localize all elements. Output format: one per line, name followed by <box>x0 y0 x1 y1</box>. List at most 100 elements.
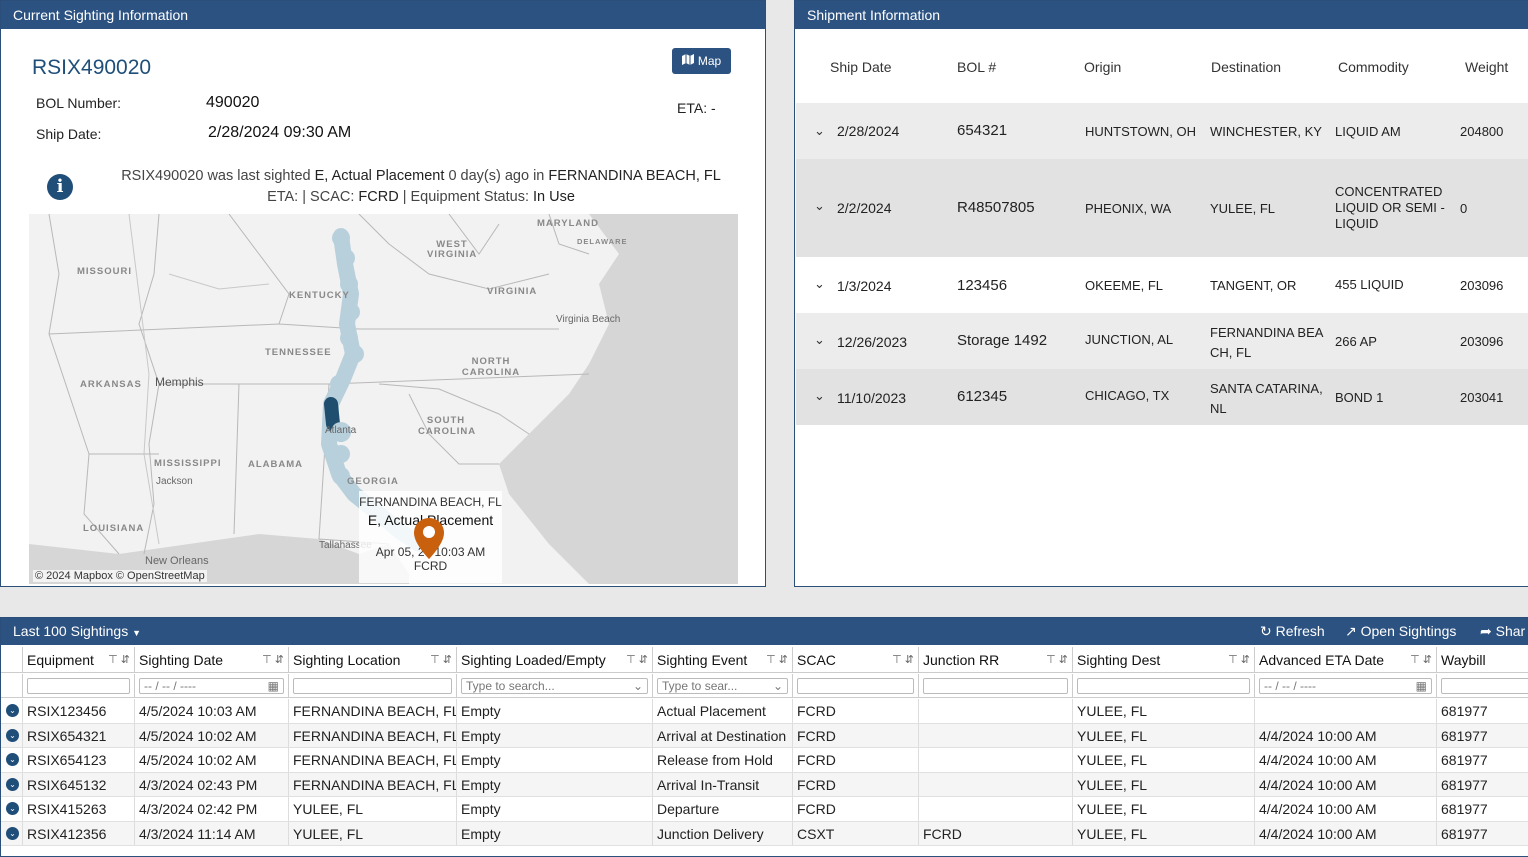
sighting-dest-cell: YULEE, FL <box>1073 772 1255 797</box>
column-header-sighting-date[interactable]: Sighting Date ⊤ ⇵ <box>135 647 289 673</box>
ship-date-cell: 2/28/2024 <box>837 123 900 139</box>
table-row[interactable]: ⌄ RSIX123456 4/5/2024 10:03 AM FERNANDINA B… <box>1 699 1528 724</box>
pin-sort-icon[interactable]: ⊤ ⇵ <box>430 647 452 673</box>
column-header-advanced-eta[interactable]: Advanced ETA Date ⊤ ⇵ <box>1255 647 1437 673</box>
open-sightings-button[interactable]: ↗ Open Sightings <box>1345 618 1456 645</box>
table-row[interactable]: ⌄ RSIX654123 4/5/2024 10:02 AM FERNANDINA B… <box>1 748 1528 773</box>
table-row[interactable]: ⌄ RSIX645132 4/3/2024 02:43 PM FERNANDINA B… <box>1 772 1528 797</box>
column-header-waybill[interactable]: Waybill <box>1437 647 1528 673</box>
column-header-junction-rr[interactable]: Junction RR ⊤ ⇵ <box>919 647 1073 673</box>
filter-sighting-dest <box>1073 674 1255 698</box>
map-state-label: ARKANSAS <box>80 379 142 390</box>
expand-row-icon[interactable]: ⌄ <box>6 704 19 717</box>
chevron-down-icon[interactable]: ⌄ <box>814 276 825 292</box>
pin-sort-icon[interactable]: ⊤ ⇵ <box>262 647 284 673</box>
column-header-scac[interactable]: SCAC ⊤ ⇵ <box>793 647 919 673</box>
column-header-origin[interactable]: Origin <box>1084 59 1121 75</box>
shipment-row[interactable]: ⌄ 2/2/2024 R48507805 PHEONIX, WA YULEE, … <box>796 159 1528 257</box>
map-attribution: © 2024 Mapbox © OpenStreetMap <box>33 570 207 582</box>
expand-row-icon[interactable]: ⌄ <box>6 826 19 840</box>
origin-cell: CHICAGO, TX <box>1085 388 1170 403</box>
select-placeholder: Type to search... <box>466 679 555 693</box>
shipment-row[interactable]: ⌄ 11/10/2023 612345 CHICAGO, TX SANTA CA… <box>796 369 1528 425</box>
origin-cell: HUNTSTOWN, OH <box>1085 124 1196 139</box>
select-filter[interactable]: Type to search... ⌄ <box>461 678 648 694</box>
filter-input[interactable] <box>1441 678 1528 694</box>
chevron-down-icon[interactable]: ⌄ <box>814 123 825 139</box>
filter-scac <box>793 674 919 698</box>
map-state-label: TENNESSEE <box>265 347 332 358</box>
sighting-date-cell: 4/3/2024 02:43 PM <box>135 772 289 797</box>
last-sighted-days: 0 day(s) ago in <box>448 168 545 184</box>
column-header-equipment[interactable]: Equipment ⊤ ⇵ <box>23 647 135 673</box>
expand-row-icon[interactable]: ⌄ <box>6 777 19 791</box>
scac-cell: FCRD <box>793 723 919 748</box>
column-header-loaded-empty[interactable]: Sighting Loaded/Empty ⊤ ⇵ <box>457 647 653 673</box>
scac-cell: FCRD <box>793 772 919 797</box>
shipment-row[interactable]: ⌄ 1/3/2024 123456 OKEEME, FL TANGENT, OR… <box>796 257 1528 313</box>
ship-date-cell: 2/2/2024 <box>837 200 892 216</box>
pin-sort-icon[interactable]: ⊤ ⇵ <box>108 647 130 673</box>
column-header-weight[interactable]: Weight <box>1465 59 1508 75</box>
column-header-bol[interactable]: BOL # <box>957 59 996 75</box>
column-header-commodity[interactable]: Commodity <box>1338 59 1409 75</box>
table-row[interactable]: ⌄ RSIX412356 4/3/2024 11:14 AM YULEE, FL Emp… <box>1 821 1528 846</box>
expand-row-icon[interactable]: ⌄ <box>6 753 19 766</box>
car-id: RSIX490020 <box>32 56 152 79</box>
column-header-sighting-event[interactable]: Sighting Event ⊤ ⇵ <box>653 647 793 673</box>
pin-sort-icon[interactable]: ⊤ ⇵ <box>1046 647 1068 673</box>
calendar-icon[interactable]: ▦ <box>268 679 279 693</box>
pin-sort-icon[interactable]: ⊤ ⇵ <box>1410 647 1432 673</box>
map-state-label: WEST VIRGINIA <box>427 239 478 260</box>
filter-input[interactable] <box>923 678 1068 694</box>
calendar-icon[interactable]: ▦ <box>1416 679 1427 693</box>
pin-sort-icon[interactable]: ⊤ ⇵ <box>626 647 648 673</box>
column-header-label: Sighting Date <box>139 652 224 668</box>
row-toggle-cell: ⌄ <box>1 772 23 797</box>
filter-input[interactable] <box>293 678 452 694</box>
junction-rr-cell <box>919 699 1073 724</box>
refresh-label: Refresh <box>1275 623 1325 639</box>
map-state-label: KENTUCKY <box>289 290 350 301</box>
chevron-down-icon[interactable]: ⌄ <box>814 332 825 348</box>
share-button[interactable]: ➦ Shar <box>1480 618 1525 645</box>
column-header-label: Equipment <box>27 652 94 668</box>
row-toggle-cell: ⌄ <box>1 797 23 822</box>
map-state-label: DELAWARE <box>577 237 628 246</box>
chevron-down-icon[interactable]: ⌄ <box>814 198 825 214</box>
map-state-label: MISSOURI <box>77 266 132 277</box>
grid-title-dropdown[interactable]: Last 100 Sightings ▼ <box>13 618 141 647</box>
advanced-eta-cell: 4/4/2024 10:00 AM <box>1255 723 1437 748</box>
pin-sort-icon[interactable]: ⊤ ⇵ <box>766 647 788 673</box>
filter-input[interactable] <box>797 678 914 694</box>
filter-input[interactable] <box>1077 678 1250 694</box>
column-header-sighting-dest[interactable]: Sighting Dest ⊤ ⇵ <box>1073 647 1255 673</box>
column-header-destination[interactable]: Destination <box>1211 59 1281 75</box>
row-toggle-header <box>1 647 23 673</box>
select-filter[interactable]: Type to sear... ⌄ <box>657 678 788 694</box>
sighting-date-cell: 4/3/2024 02:42 PM <box>135 797 289 822</box>
refresh-icon: ↻ <box>1260 623 1272 639</box>
table-row[interactable]: ⌄ RSIX654321 4/5/2024 10:02 AM FERNANDINA B… <box>1 723 1528 748</box>
map-state-label: VIRGINIA <box>487 286 538 297</box>
chevron-down-icon[interactable]: ⌄ <box>814 388 825 404</box>
date-filter-input[interactable]: -- / -- / ---- ▦ <box>139 678 284 694</box>
expand-row-icon[interactable]: ⌄ <box>6 802 19 815</box>
date-filter-input[interactable]: -- / -- / ---- ▦ <box>1259 678 1432 694</box>
shipment-row[interactable]: ⌄ 2/28/2024 654321 HUNTSTOWN, OH WINCHES… <box>796 103 1528 159</box>
info-icon: i <box>47 174 73 200</box>
expand-row-icon[interactable]: ⌄ <box>6 728 19 742</box>
column-header-ship-date[interactable]: Ship Date <box>830 59 891 75</box>
sighting-dest-cell: YULEE, FL <box>1073 797 1255 822</box>
column-header-sighting-location[interactable]: Sighting Location ⊤ ⇵ <box>289 647 457 673</box>
map-button[interactable]: Map <box>672 48 731 74</box>
map-city-label: New Orleans <box>145 555 209 567</box>
filter-input[interactable] <box>27 678 130 694</box>
waybill-cell: 681977 <box>1437 724 1528 748</box>
sighting-map[interactable]: MISSOURI KENTUCKY WEST VIRGINIA VIRGINIA… <box>29 214 738 584</box>
pin-sort-icon[interactable]: ⊤ ⇵ <box>1228 647 1250 673</box>
pin-sort-icon[interactable]: ⊤ ⇵ <box>892 647 914 673</box>
shipment-row[interactable]: ⌄ 12/26/2023 Storage 1492 JUNCTION, AL F… <box>796 313 1528 369</box>
table-row[interactable]: ⌄ RSIX415263 4/3/2024 02:42 PM YULEE, FL Emp… <box>1 797 1528 822</box>
refresh-button[interactable]: ↻ Refresh <box>1260 618 1325 645</box>
